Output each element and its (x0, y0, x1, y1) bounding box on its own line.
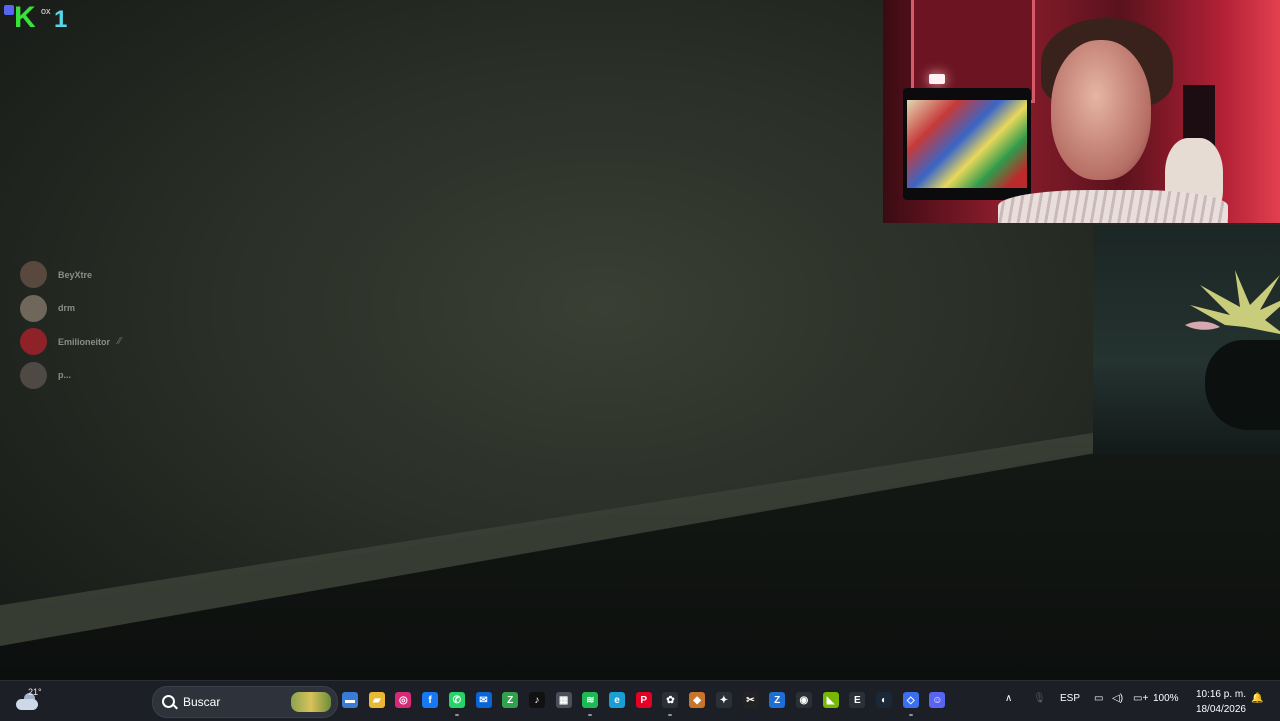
avatar (20, 361, 47, 389)
voice-user-row: Emilioneitor ⁄⁄ (20, 325, 121, 359)
overlay-logo: K ox 1 (4, 2, 68, 34)
lamp (929, 74, 945, 84)
clock-time: 10:16 p. m. (1195, 689, 1246, 700)
clock[interactable]: 10:16 p. m. 18/04/2026 (1186, 687, 1246, 717)
steam-icon[interactable]: ◐ (876, 692, 892, 708)
shield-icon[interactable]: ◆ (689, 692, 706, 708)
voice-user-row: BeyXtre (20, 258, 121, 292)
clock-date: 18/04/2026 (1195, 704, 1246, 715)
capcut-icon[interactable]: ✂ (742, 692, 759, 708)
app-icon[interactable]: ◉ (795, 692, 812, 708)
battery-percent[interactable]: 100% (1153, 693, 1179, 704)
logo-suffix: 1 (54, 6, 68, 33)
voice-user-row: p... (20, 359, 121, 393)
editor-icon[interactable]: Z (502, 692, 519, 708)
mute-icon: ⁄⁄ (118, 336, 122, 348)
voice-overlay: BeyXtre drm Emilioneitor ⁄⁄ p... (20, 258, 121, 392)
voice-user-name: BeyXtre (58, 269, 93, 280)
running-indicator (908, 714, 913, 716)
pinterest-icon[interactable]: P (635, 692, 652, 708)
microphone-icon[interactable]: 🎙 (1033, 693, 1046, 704)
discord-icon[interactable]: ☺ (929, 692, 946, 708)
obs-icon[interactable]: ✦ (715, 692, 732, 708)
app-icon (4, 5, 14, 15)
search-highlight-image (291, 692, 331, 712)
avatar (20, 328, 47, 356)
roblox-icon[interactable]: ◇ (902, 692, 919, 708)
webcam-overlay (883, 0, 1280, 223)
zed-icon[interactable]: Z (769, 692, 786, 708)
facebook-icon[interactable]: f (422, 692, 439, 708)
whatsapp-icon[interactable]: ✆ (448, 692, 465, 708)
voice-user-name: drm (58, 303, 76, 314)
language-indicator[interactable]: ESP (1060, 693, 1080, 704)
file-explorer-icon[interactable]: ▰ (368, 692, 385, 708)
speaker-icon[interactable]: ◁) (1112, 693, 1123, 704)
widget-icon[interactable]: ▬ (342, 692, 358, 708)
search-placeholder: Buscar (183, 695, 221, 709)
monitor-screen (907, 100, 1027, 188)
voice-user-name: p... (58, 370, 71, 381)
battery-icon[interactable]: ▭+ (1133, 693, 1148, 704)
search-box[interactable]: Buscar (152, 686, 338, 718)
weather-temp: 21° (28, 687, 42, 697)
tiktok-icon[interactable]: ♪ (528, 692, 545, 708)
nvidia-icon[interactable]: ◣ (822, 692, 839, 708)
notification-icon[interactable]: 🔔 (1251, 693, 1263, 704)
avatar (20, 294, 47, 322)
logo-label: ox (41, 6, 51, 16)
cloud-icon (16, 699, 38, 710)
running-indicator (668, 714, 673, 716)
voice-user-row: drm (20, 292, 121, 326)
mail-icon[interactable]: ✉ (475, 692, 492, 708)
start-button[interactable] (128, 693, 143, 708)
plant-icon (1185, 270, 1280, 334)
edge-icon[interactable]: e (609, 692, 625, 708)
instagram-icon[interactable]: ◎ (395, 692, 412, 708)
display-icon[interactable]: ▭ (1094, 693, 1103, 704)
running-indicator (454, 714, 459, 716)
weather-widget[interactable]: 21° (14, 687, 44, 715)
voice-user-name: Emilioneitor (58, 336, 111, 347)
store-icon[interactable]: ▦ (555, 692, 572, 708)
person-shirt (998, 190, 1228, 223)
chatgpt-icon[interactable]: ✿ (662, 692, 679, 708)
running-indicator (588, 714, 593, 716)
taskbar: 21° Buscar ▬ ▰ ◎ f ✆ ✉ Z ♪ ▦ ≋ e P ✿ ◆ ✦ ✂ Z ◉ ◣ E ◐ ◇ ☺ ∧ 🎙 E… (0, 680, 1280, 721)
logo-letter: K (14, 1, 36, 34)
search-icon (162, 695, 175, 708)
avatar (20, 261, 47, 289)
spotify-icon[interactable]: ≋ (582, 692, 599, 708)
person-face (1051, 40, 1151, 180)
epic-icon[interactable]: E (849, 692, 866, 708)
chevron-up-icon[interactable]: ∧ (1005, 693, 1012, 704)
